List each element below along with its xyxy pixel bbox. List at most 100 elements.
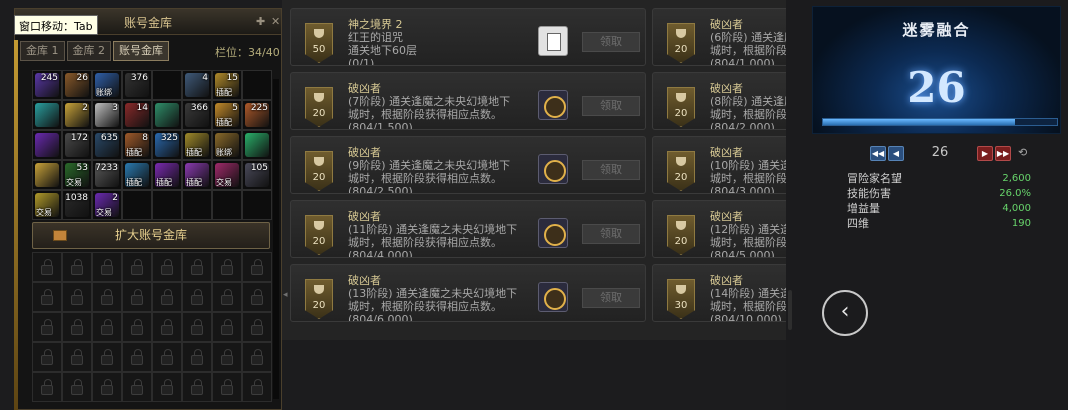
locked-slot[interactable] (32, 252, 62, 282)
item-slot[interactable]: 2 (62, 100, 92, 130)
item-slot[interactable] (32, 160, 62, 190)
locked-slot[interactable] (212, 312, 242, 342)
locked-slot[interactable] (32, 342, 62, 372)
locked-slot[interactable] (242, 252, 272, 282)
locked-slot[interactable] (242, 372, 272, 402)
pin-icon[interactable]: ✚ (256, 15, 265, 28)
item-slot[interactable]: 325 (152, 130, 182, 160)
last-level-button[interactable]: ▶▶ (995, 146, 1011, 161)
tab-storage-1[interactable]: 金库 1 (20, 41, 65, 61)
next-level-button[interactable]: ▶ (977, 146, 993, 161)
close-icon[interactable]: ✕ (271, 15, 280, 28)
level-input[interactable]: 26 (918, 145, 962, 160)
locked-slot[interactable] (242, 312, 272, 342)
locked-slot[interactable] (152, 312, 182, 342)
locked-slot[interactable] (122, 342, 152, 372)
locked-slot[interactable] (122, 372, 152, 402)
item-slot[interactable] (32, 100, 62, 130)
locked-slot[interactable] (62, 312, 92, 342)
reward-icon[interactable] (538, 90, 568, 120)
locked-slot[interactable] (92, 282, 122, 312)
prev-page-icon[interactable]: ◂ (283, 280, 291, 310)
first-level-button[interactable]: ◀◀ (870, 146, 886, 161)
locked-slot[interactable] (242, 342, 272, 372)
item-slot[interactable]: 插配 (182, 130, 212, 160)
locked-slot[interactable] (122, 252, 152, 282)
item-slot[interactable]: 交易 (212, 160, 242, 190)
locked-slot[interactable] (182, 342, 212, 372)
item-slot[interactable] (152, 100, 182, 130)
claim-button[interactable]: 领取 (582, 160, 640, 180)
item-slot[interactable] (32, 130, 62, 160)
item-slot[interactable]: 8 插配 (122, 130, 152, 160)
locked-slot[interactable] (182, 252, 212, 282)
locked-slot[interactable] (92, 372, 122, 402)
locked-slot[interactable] (152, 372, 182, 402)
item-slot[interactable]: 53 交易 (62, 160, 92, 190)
item-slot[interactable]: 366 (182, 100, 212, 130)
item-slot[interactable] (152, 190, 182, 220)
item-slot[interactable]: 245 (32, 70, 62, 100)
locked-slot[interactable] (32, 372, 62, 402)
item-slot[interactable]: 376 (122, 70, 152, 100)
locked-slot[interactable] (242, 282, 272, 312)
claim-button[interactable]: 领取 (582, 96, 640, 116)
item-slot[interactable]: 4 (182, 70, 212, 100)
item-slot[interactable]: 1038 (62, 190, 92, 220)
reward-icon[interactable] (538, 218, 568, 248)
reward-icon[interactable] (538, 282, 568, 312)
locked-slot[interactable] (122, 312, 152, 342)
item-slot[interactable]: 635 (92, 130, 122, 160)
locked-slot[interactable] (32, 282, 62, 312)
item-slot[interactable]: 225 (242, 100, 272, 130)
locked-slot[interactable] (152, 342, 182, 372)
locked-slot[interactable] (212, 252, 242, 282)
tab-storage-2[interactable]: 金库 2 (66, 41, 111, 61)
locked-slot[interactable] (92, 312, 122, 342)
locked-slot[interactable] (212, 342, 242, 372)
item-slot[interactable] (212, 190, 242, 220)
refresh-icon[interactable]: ⟲ (1018, 146, 1027, 159)
item-slot[interactable]: 14 (122, 100, 152, 130)
item-slot[interactable]: 5 插配 (212, 100, 242, 130)
locked-slot[interactable] (122, 282, 152, 312)
locked-slot[interactable] (62, 342, 92, 372)
claim-button[interactable]: 领取 (582, 288, 640, 308)
locked-slot[interactable] (182, 282, 212, 312)
item-slot[interactable]: 105 (242, 160, 272, 190)
locked-slot[interactable] (152, 282, 182, 312)
tab-account-storage[interactable]: 账号金库 (113, 41, 169, 61)
storage-scrollbar[interactable] (273, 79, 279, 399)
reward-icon[interactable] (538, 26, 568, 56)
locked-slot[interactable] (62, 372, 92, 402)
item-slot[interactable]: 172 (62, 130, 92, 160)
locked-slot[interactable] (62, 282, 92, 312)
item-slot[interactable]: 2 交易 (92, 190, 122, 220)
item-slot[interactable]: 账绑 (212, 130, 242, 160)
item-slot[interactable]: 26 (62, 70, 92, 100)
item-slot[interactable]: 插配 (122, 160, 152, 190)
locked-slot[interactable] (62, 252, 92, 282)
prev-level-button[interactable]: ◀ (888, 146, 904, 161)
item-slot[interactable] (242, 70, 272, 100)
expand-storage-button[interactable]: 扩大账号金库 (32, 222, 270, 249)
item-slot[interactable]: 账绑 (92, 70, 122, 100)
item-slot[interactable] (122, 190, 152, 220)
item-slot[interactable]: 插配 (152, 160, 182, 190)
item-slot[interactable] (242, 130, 272, 160)
locked-slot[interactable] (182, 312, 212, 342)
item-slot[interactable]: 3 (92, 100, 122, 130)
item-slot[interactable] (152, 70, 182, 100)
locked-slot[interactable] (152, 252, 182, 282)
locked-slot[interactable] (92, 342, 122, 372)
item-slot[interactable]: 15 插配 (212, 70, 242, 100)
locked-slot[interactable] (212, 372, 242, 402)
reward-icon[interactable] (538, 154, 568, 184)
item-slot[interactable]: 7233 (92, 160, 122, 190)
locked-slot[interactable] (212, 282, 242, 312)
item-slot[interactable] (242, 190, 272, 220)
item-slot[interactable]: 交易 (32, 190, 62, 220)
back-button[interactable]: ‹ (822, 290, 868, 336)
item-slot[interactable] (182, 190, 212, 220)
claim-button[interactable]: 领取 (582, 224, 640, 244)
